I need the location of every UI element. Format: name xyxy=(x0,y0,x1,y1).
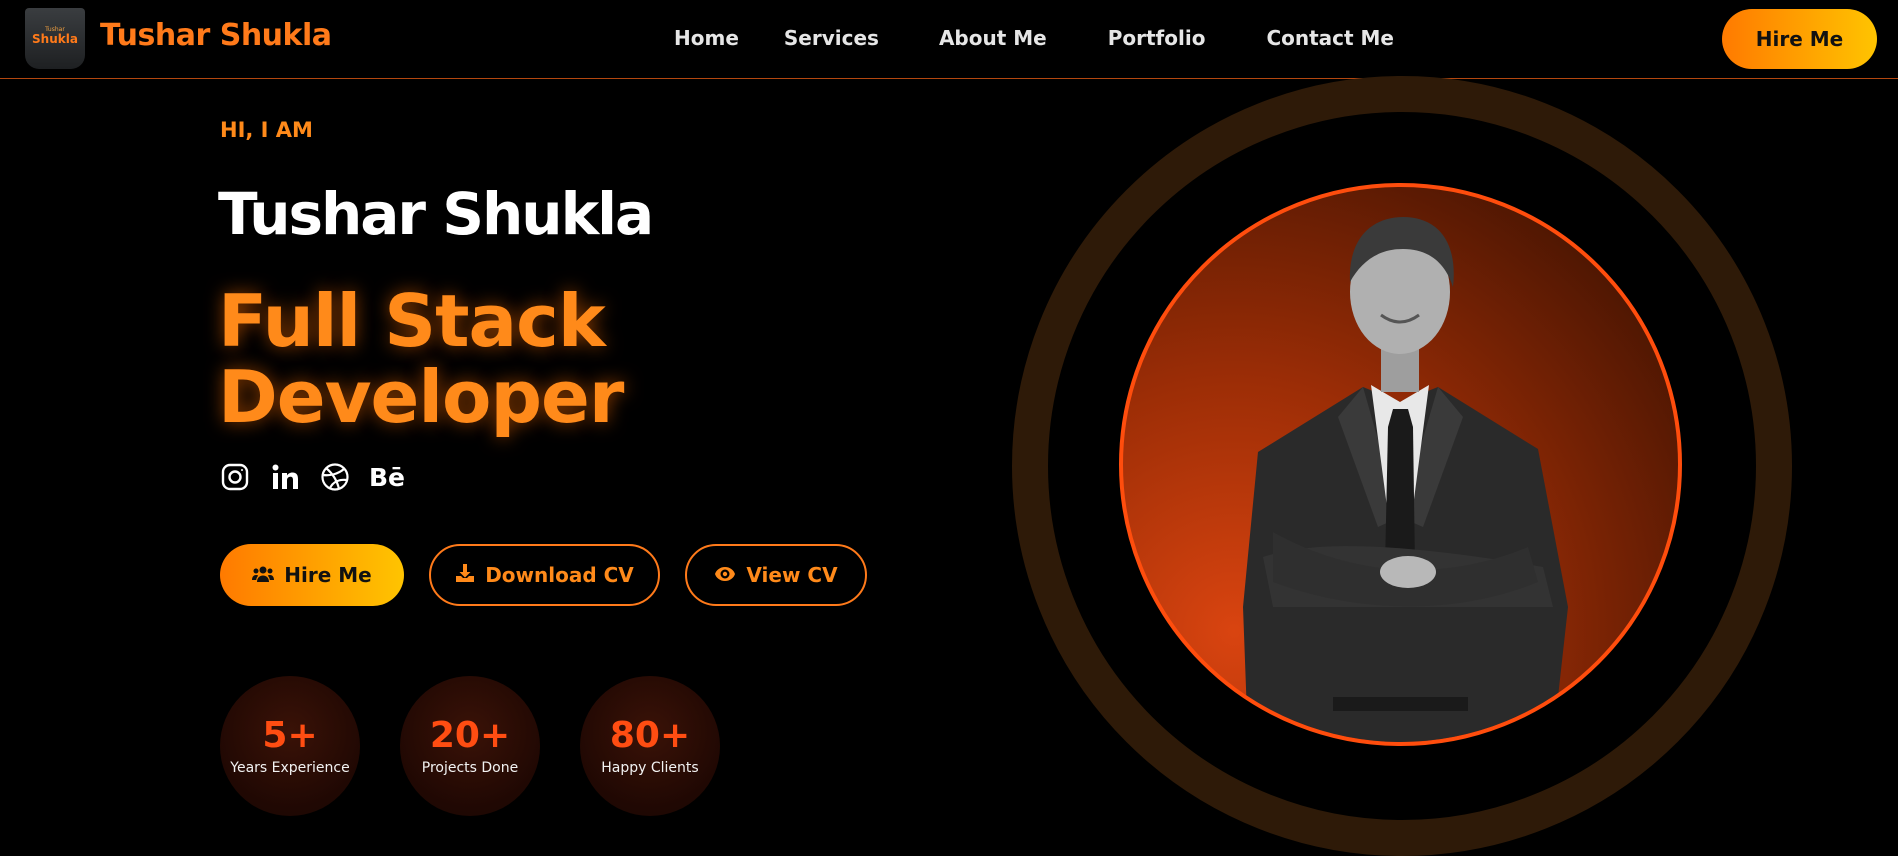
social-links: Bē xyxy=(220,462,405,492)
stat-experience: 5+ Years Experience xyxy=(220,676,360,816)
nav-link-portfolio[interactable]: Portfolio xyxy=(1108,26,1206,50)
hero-role: Full Stack Developer xyxy=(218,283,818,435)
site-name[interactable]: Tushar Shukla xyxy=(100,18,332,53)
hero-role-line2: Developer xyxy=(218,355,624,439)
stat-value: 20+ xyxy=(429,715,511,756)
eye-icon xyxy=(714,563,736,587)
logo[interactable]: Tushar Shukla xyxy=(25,8,85,69)
stat-label: Happy Clients xyxy=(601,760,699,776)
nav-link-contact[interactable]: Contact Me xyxy=(1266,26,1394,50)
nav-link-home[interactable]: Home xyxy=(674,26,739,50)
stat-value: 80+ xyxy=(609,715,691,756)
profile-portrait xyxy=(1119,183,1682,746)
users-icon xyxy=(252,563,275,587)
logo-text: Shukla xyxy=(32,32,78,46)
download-cv-button[interactable]: Download CV xyxy=(429,544,660,606)
hero-greeting: HI, I AM xyxy=(220,118,313,142)
view-cv-button[interactable]: View CV xyxy=(685,544,867,606)
nav-link-about[interactable]: About Me xyxy=(939,26,1047,50)
stat-label: Projects Done xyxy=(421,760,519,776)
navbar: Tushar Shukla Tushar Shukla Home Service… xyxy=(0,0,1898,79)
download-icon xyxy=(455,563,475,588)
hire-me-label: Hire Me xyxy=(284,563,372,587)
behance-icon[interactable]: Bē xyxy=(369,462,405,492)
stat-value: 5+ xyxy=(262,715,318,756)
hire-me-button[interactable]: Hire Me xyxy=(220,544,404,606)
view-cv-label: View CV xyxy=(746,563,838,587)
stat-projects: 20+ Projects Done xyxy=(400,676,540,816)
linkedin-icon[interactable] xyxy=(270,462,300,492)
stat-label: Years Experience xyxy=(230,760,350,776)
nav-links: Home Services About Me Portfolio Contact… xyxy=(674,26,1394,50)
hero-name: Tushar Shukla xyxy=(218,180,654,248)
download-cv-label: Download CV xyxy=(485,563,634,587)
nav-link-services[interactable]: Services xyxy=(784,26,879,50)
stat-clients: 80+ Happy Clients xyxy=(580,676,720,816)
nav-hire-button[interactable]: Hire Me xyxy=(1722,9,1877,69)
hero-role-line1: Full Stack xyxy=(218,279,606,363)
dribbble-icon[interactable] xyxy=(320,462,350,492)
person-illustration xyxy=(1243,217,1568,742)
instagram-icon[interactable] xyxy=(220,462,250,492)
